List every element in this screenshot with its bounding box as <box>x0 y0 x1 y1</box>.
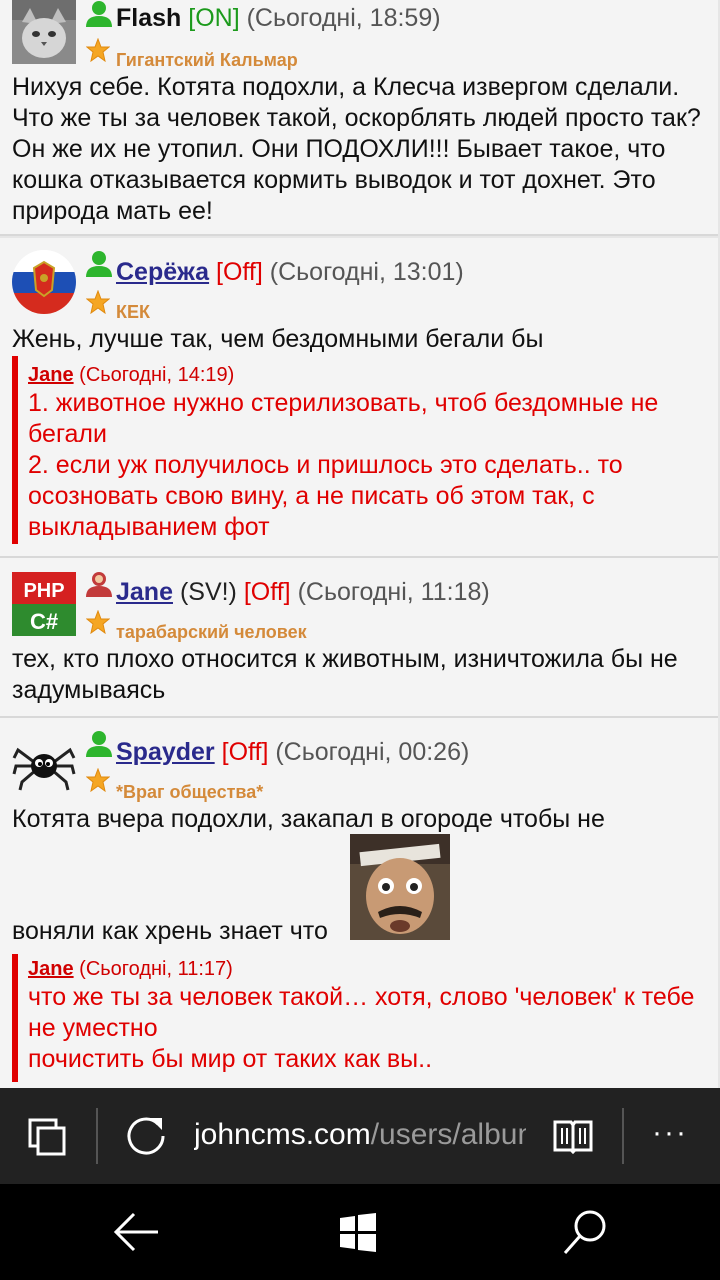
post-time: (Сьогодні, 11:18) <box>297 578 490 606</box>
php-csharp-avatar-image: PHP C# <box>12 572 76 636</box>
comment-post: Серёжа [Off] (Сьогодні, 13:01) КЕК Жень,… <box>0 238 718 558</box>
search-icon[interactable] <box>562 1208 608 1256</box>
comment-post: Spayder [Off] (Сьогодні, 00:26) *Враг об… <box>0 718 718 1088</box>
post-text-line: Котята вчера подохли, закапал в огороде … <box>12 805 605 833</box>
toolbar-divider <box>96 1108 98 1164</box>
post-text: Жень, лучше так, чем бездомными бегали б… <box>12 325 544 353</box>
reply-line: почистить бы мир от таких как вы.. <box>28 1045 433 1073</box>
reply-line: что же ты за человек такой… хотя, слово … <box>28 983 695 1042</box>
comment-post: PHP C# Jane (SV!) [Off] (Сьогодні, 11:18… <box>0 558 718 718</box>
user-rank: Гигантский Кальмар <box>116 50 298 70</box>
offline-status: [Off] <box>216 258 263 286</box>
spider-avatar-image <box>12 732 76 796</box>
cat-avatar-image <box>12 0 76 64</box>
star-icon <box>86 290 110 314</box>
username-link[interactable]: Jane <box>116 578 173 606</box>
toolbar-divider <box>622 1108 624 1164</box>
refresh-icon[interactable] <box>124 1114 168 1158</box>
post-text: Нихуя себе. Котята подохли, а Клесча изв… <box>12 73 701 225</box>
username[interactable]: Flash <box>116 4 181 32</box>
post-text-line: воняли как хрень знает что <box>12 917 328 945</box>
windows-start-icon[interactable] <box>338 1212 378 1252</box>
url-path: /users/album <box>370 1118 526 1151</box>
user-offline-icon <box>86 731 112 757</box>
reply-author-link[interactable]: Jane <box>28 958 74 980</box>
browser-toolbar: johncms.com/users/album ··· <box>0 1088 720 1184</box>
system-nav-bar <box>0 1184 720 1280</box>
offline-status: [Off] <box>243 578 291 606</box>
russia-flag-avatar-image <box>12 250 76 314</box>
comment-feed: Flash [ON] (Сьогодні, 18:59) Гигантский … <box>0 0 720 1088</box>
user-rank: *Враг общества* <box>116 782 264 802</box>
address-bar[interactable]: johncms.com/users/album <box>194 1118 526 1158</box>
admin-reply: Jane (Сьогодні, 14:19) 1. животное нужно… <box>12 356 712 544</box>
reading-view-icon[interactable] <box>552 1118 594 1154</box>
post-time: (Сьогодні, 00:26) <box>275 738 470 766</box>
post-time: (Сьогодні, 13:01) <box>269 258 464 286</box>
reply-line: 1. животное нужно стерилизовать, чтоб бе… <box>28 389 659 448</box>
tabs-icon[interactable] <box>26 1116 68 1156</box>
reply-time: (Сьогодні, 14:19) <box>79 364 235 386</box>
avatar[interactable]: PHP C# <box>12 572 76 636</box>
avatar[interactable] <box>12 0 76 64</box>
post-text: тех, кто плохо относится к животным, изн… <box>12 645 678 704</box>
avatar[interactable] <box>12 732 76 796</box>
post-time: (Сьогодні, 18:59) <box>246 4 441 32</box>
star-icon <box>86 610 110 634</box>
user-female-icon <box>86 572 112 597</box>
avatar-text-bottom: C# <box>30 609 58 634</box>
post-header: Jane (SV!) [Off] (Сьогодні, 11:18) <box>116 578 490 607</box>
back-arrow-icon[interactable] <box>112 1212 160 1252</box>
star-icon <box>86 38 110 62</box>
post-header: Spayder [Off] (Сьогодні, 00:26) <box>116 738 469 767</box>
post-header: Flash [ON] (Сьогодні, 18:59) <box>116 4 441 33</box>
comment-post: Flash [ON] (Сьогодні, 18:59) Гигантский … <box>0 0 718 236</box>
smiley-image <box>350 834 450 940</box>
url-domain: johncms.com <box>194 1118 371 1151</box>
reply-author-link[interactable]: Jane <box>28 364 74 386</box>
user-badge: (SV!) <box>179 578 237 606</box>
admin-reply: Jane (Сьогодні, 11:17) что же ты за чело… <box>12 954 712 1082</box>
user-online-icon <box>86 1 112 27</box>
more-menu-icon[interactable]: ··· <box>652 1116 688 1150</box>
avatar[interactable] <box>12 250 76 314</box>
offline-status: [Off] <box>221 738 269 766</box>
username-link[interactable]: Серёжа <box>116 258 209 286</box>
user-rank: КЕК <box>116 302 150 322</box>
post-header: Серёжа [Off] (Сьогодні, 13:01) <box>116 258 464 287</box>
avatar-text-top: PHP <box>23 580 64 602</box>
user-offline-icon <box>86 251 112 277</box>
user-rank: тарабарский человек <box>116 622 307 642</box>
reply-line: 2. если уж получилось и пришлось это сде… <box>28 451 623 541</box>
reply-time: (Сьогодні, 11:17) <box>79 958 233 980</box>
username-link[interactable]: Spayder <box>116 738 215 766</box>
star-icon <box>86 768 110 792</box>
online-status: [ON] <box>188 4 240 32</box>
